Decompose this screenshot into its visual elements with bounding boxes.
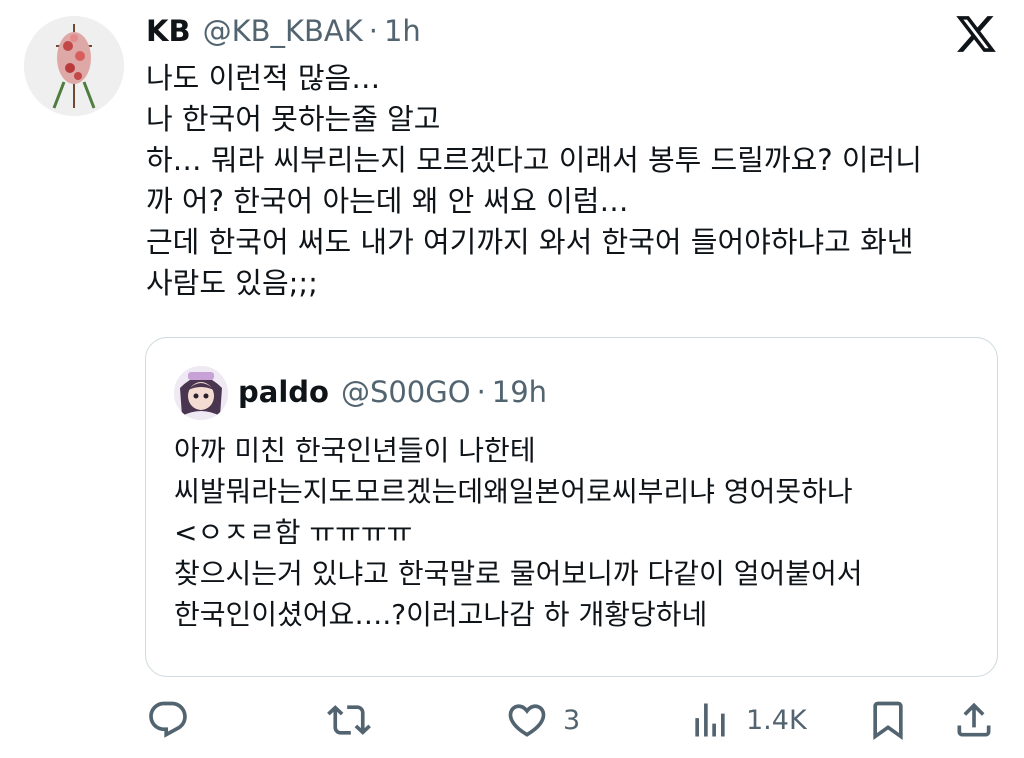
tweet-text: 나도 이런적 많음… 나 한국어 못하는줄 알고 하… 뭐라 씨부리는지 모르겠… <box>146 61 922 300</box>
views-count: 1.4K <box>746 704 807 736</box>
quoted-separator-dot: · <box>476 375 486 409</box>
tweet-time[interactable]: 1h <box>384 14 421 48</box>
quoted-author-handle[interactable]: @S00GO <box>341 375 471 409</box>
share-button[interactable] <box>952 690 996 750</box>
quoted-tweet-time[interactable]: 19h <box>492 375 547 409</box>
quoted-tweet[interactable]: paldo @S00GO · 19h 아까 미친 한국인년들이 나한테 씨발뭐라… <box>145 337 998 677</box>
quoted-author-name[interactable]: paldo <box>238 375 329 409</box>
retweet-button[interactable] <box>327 690 371 750</box>
retweet-icon <box>327 705 371 735</box>
action-bar: 3 1.4K <box>0 690 1024 750</box>
views-icon <box>695 703 725 737</box>
quoted-tweet-header: paldo @S00GO · 19h <box>238 372 547 412</box>
separator-dot: · <box>368 14 378 48</box>
author-avatar[interactable] <box>24 16 124 116</box>
share-icon <box>957 702 991 737</box>
views-button[interactable]: 1.4K <box>688 690 807 750</box>
tweet-header: KB @KB_KBAK · 1h <box>146 12 421 50</box>
author-handle[interactable]: @KB_KBAK <box>203 14 363 48</box>
like-count: 3 <box>563 704 581 736</box>
reply-icon <box>149 701 187 738</box>
x-logo-icon <box>954 12 998 56</box>
bookmark-icon <box>873 701 903 741</box>
quoted-tweet-text: 아까 미친 한국인년들이 나한테 씨발뭐라는지도모르겠는데왜일본어로씨부리냐 영… <box>174 434 863 631</box>
reply-button[interactable] <box>146 690 190 750</box>
author-name[interactable]: KB <box>146 14 191 48</box>
heart-icon <box>508 704 546 737</box>
like-button[interactable]: 3 <box>505 690 580 750</box>
quoted-author-avatar <box>174 366 228 420</box>
bookmark-button[interactable] <box>866 690 910 750</box>
